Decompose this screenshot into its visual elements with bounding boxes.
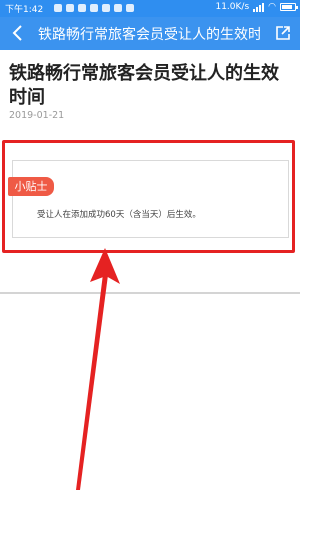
annotation-arrow — [76, 248, 120, 490]
